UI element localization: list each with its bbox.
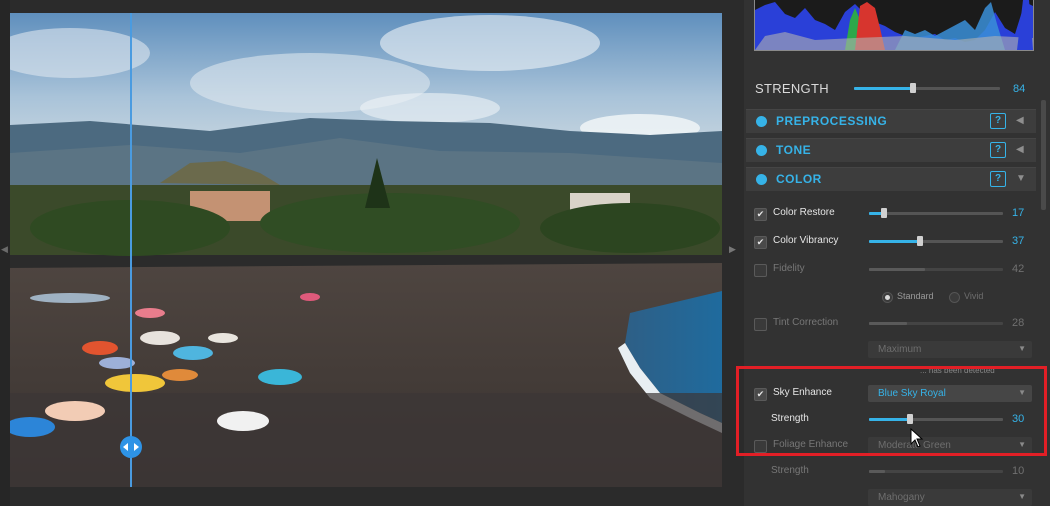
left-arrow-icon[interactable]: ◀: [1, 244, 8, 255]
foliage-strength-slider[interactable]: [869, 470, 1003, 473]
section-title: PREPROCESSING: [776, 114, 888, 128]
chevron-left-icon[interactable]: ◀: [1016, 144, 1024, 155]
help-button[interactable]: ?: [990, 142, 1006, 158]
color-toggle-icon[interactable]: [756, 174, 767, 185]
strength-value: 84: [1013, 83, 1026, 95]
fidelity-value: 42: [1012, 263, 1025, 275]
red-highlight-box: [736, 366, 1047, 456]
color-vibrancy-checkbox[interactable]: ✔: [754, 236, 767, 249]
color-vibrancy-value: 37: [1012, 235, 1025, 247]
color-vibrancy-slider[interactable]: [869, 236, 1003, 246]
fidelity-slider[interactable]: [869, 268, 1003, 271]
foliage-style-dropdown[interactable]: Mahogany ▼: [868, 489, 1032, 506]
fidelity-row: Fidelity 42: [754, 260, 1040, 280]
color-vibrancy-label: Color Vibrancy: [773, 235, 839, 246]
vivid-label: Vivid: [964, 291, 984, 301]
color-restore-checkbox[interactable]: ✔: [754, 208, 767, 221]
tint-correction-value: 28: [1012, 317, 1025, 329]
photo-preview[interactable]: [10, 13, 722, 487]
chevron-down-icon[interactable]: ▼: [1016, 173, 1026, 184]
section-color[interactable]: COLOR ? ▼: [746, 167, 1036, 191]
tint-correction-checkbox[interactable]: [754, 318, 767, 331]
tint-dropdown-value: Maximum: [878, 344, 922, 355]
foliage-style-value: Mahogany: [878, 492, 925, 503]
strength-slider[interactable]: [854, 83, 1000, 93]
help-button[interactable]: ?: [990, 171, 1006, 187]
beach-photo: [10, 13, 722, 487]
fidelity-checkbox[interactable]: [754, 264, 767, 277]
tone-toggle-icon[interactable]: [756, 145, 767, 156]
preprocessing-toggle-icon[interactable]: [756, 116, 767, 127]
color-restore-value: 17: [1012, 207, 1025, 219]
section-title: TONE: [776, 143, 812, 157]
color-restore-label: Color Restore: [773, 207, 835, 218]
section-preprocessing[interactable]: PREPROCESSING ? ◀: [746, 109, 1036, 133]
slider-thumb[interactable]: [881, 208, 887, 218]
tint-correction-label: Tint Correction: [773, 317, 839, 328]
histogram: [754, 0, 1034, 51]
slider-thumb[interactable]: [917, 236, 923, 246]
foliage-strength-label: Strength: [771, 465, 809, 476]
foliage-strength-value: 10: [1012, 465, 1025, 477]
panel-scrollbar[interactable]: [1041, 100, 1046, 210]
dropdown-arrow-icon: ▼: [1018, 344, 1026, 353]
histogram-graph: [755, 0, 1033, 50]
tint-dropdown[interactable]: Maximum ▼: [868, 341, 1032, 358]
split-arrow-icon[interactable]: ▶: [729, 244, 736, 255]
section-tone[interactable]: TONE ? ◀: [746, 138, 1036, 162]
color-vibrancy-row: ✔ Color Vibrancy 37: [754, 232, 1040, 252]
standard-label: Standard: [897, 291, 934, 301]
vivid-radio[interactable]: [949, 292, 960, 303]
standard-radio[interactable]: [882, 292, 893, 303]
tint-correction-row: Tint Correction 28: [754, 314, 1040, 334]
color-restore-slider[interactable]: [869, 208, 1003, 218]
fidelity-mode-row: Standard Vivid: [754, 289, 1040, 309]
mouse-cursor-icon: [910, 427, 924, 453]
strength-label: STRENGTH: [755, 81, 829, 96]
color-restore-row: ✔ Color Restore 17: [754, 204, 1040, 224]
fidelity-label: Fidelity: [773, 263, 805, 274]
section-title: COLOR: [776, 172, 822, 186]
help-button[interactable]: ?: [990, 113, 1006, 129]
foliage-strength-row: Strength 10: [754, 462, 1040, 482]
chevron-left-icon[interactable]: ◀: [1016, 115, 1024, 126]
tint-correction-slider[interactable]: [869, 322, 1003, 325]
strength-slider-thumb[interactable]: [910, 83, 916, 93]
dropdown-arrow-icon: ▼: [1018, 492, 1026, 501]
global-strength-control: STRENGTH 84: [754, 76, 1040, 100]
